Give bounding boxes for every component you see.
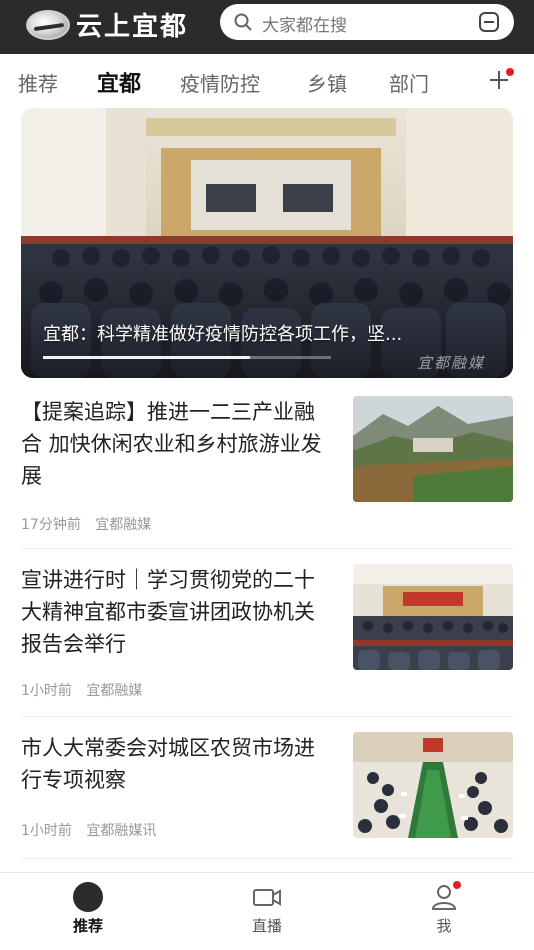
top-header: 云上宜都 大家都在搜 (0, 0, 534, 54)
app-logo[interactable]: 云上宜都 (26, 6, 188, 43)
search-icon (234, 13, 252, 31)
nav-recommend[interactable]: 推荐 (28, 873, 148, 950)
video-camera-icon (253, 889, 281, 906)
hero-carousel[interactable]: 宜都：科学精准做好疫情防控各项工作，坚... 宜都融媒 (21, 108, 513, 378)
scan-icon[interactable] (478, 11, 500, 33)
news-time: 1小时前 (21, 823, 72, 839)
news-item[interactable]: 宣讲进行时｜学习贯彻党的二十大精神宜都市委宣讲团政协机关报告会举行 1小时前 宜… (21, 564, 513, 700)
news-source: 宜都融媒讯 (86, 823, 157, 839)
news-item[interactable]: 【提案追踪】推进一二三产业融合 加快休闲农业和乡村旅游业发展 17分钟前 宜都融… (21, 396, 513, 534)
nav-live[interactable]: 直播 (207, 873, 327, 950)
logo-globe-icon (26, 9, 70, 40)
news-source: 宜都融媒 (95, 517, 152, 533)
search-input[interactable]: 大家都在搜 (220, 4, 514, 40)
channel-tabs: 推荐 宜都 疫情防控 乡镇 部门 (0, 54, 534, 108)
carousel-progress (43, 356, 331, 359)
news-title[interactable]: 【提案追踪】推进一二三产业融合 加快休闲农业和乡村旅游业发展 (21, 396, 331, 492)
news-meta: 1小时前 宜都融媒讯 (21, 820, 156, 840)
news-meta: 1小时前 宜都融媒 (21, 680, 142, 700)
news-meta: 17分钟前 宜都融媒 (21, 514, 151, 534)
news-time: 17分钟前 (21, 517, 81, 533)
nav-label: 推荐 (72, 917, 103, 935)
news-title[interactable]: 市人大常委会对城区农贸市场进行专项视察 (21, 732, 331, 796)
nav-label: 我 (436, 917, 452, 935)
divider (21, 548, 513, 549)
divider (21, 716, 513, 717)
hero-watermark: 宜都融媒 (416, 354, 485, 372)
news-title[interactable]: 宣讲进行时｜学习贯彻党的二十大精神宜都市委宣讲团政协机关报告会举行 (21, 564, 331, 660)
tab-epidemic[interactable]: 疫情防控 (180, 68, 260, 97)
notification-dot (506, 68, 514, 76)
news-thumbnail[interactable] (353, 396, 513, 502)
news-thumbnail[interactable] (353, 732, 513, 838)
news-source: 宜都融媒 (86, 683, 143, 699)
carousel-progress-fill (43, 356, 251, 359)
home-circle-icon (73, 882, 103, 912)
hero-caption[interactable]: 宜都：科学精准做好疫情防控各项工作，坚... (43, 320, 483, 346)
tab-yidu[interactable]: 宜都 (97, 66, 141, 98)
news-time: 1小时前 (21, 683, 72, 699)
tab-recommend[interactable]: 推荐 (18, 68, 58, 97)
nav-label: 直播 (251, 917, 282, 935)
notification-dot (453, 881, 461, 889)
tab-departments[interactable]: 部门 (389, 68, 429, 97)
tab-towns[interactable]: 乡镇 (307, 68, 347, 97)
news-item[interactable]: 市人大常委会对城区农贸市场进行专项视察 1小时前 宜都融媒讯 (21, 732, 513, 840)
search-placeholder: 大家都在搜 (262, 16, 347, 36)
app-name: 云上宜都 (76, 12, 189, 42)
news-thumbnail[interactable] (353, 564, 513, 670)
bottom-navigation: 推荐 直播 我 (0, 872, 534, 950)
nav-me[interactable]: 我 (384, 873, 504, 950)
divider (21, 858, 513, 859)
